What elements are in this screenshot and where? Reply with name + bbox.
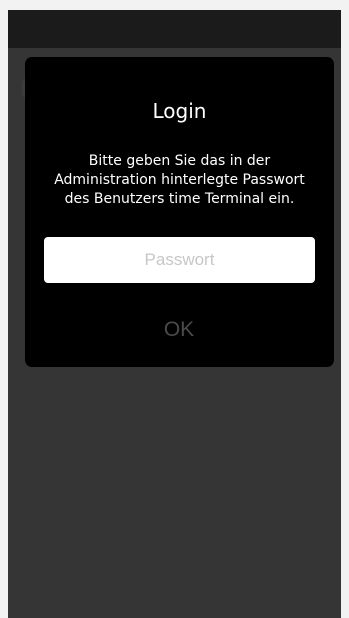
dialog-message: Bitte geben Sie das in der Administratio… bbox=[54, 153, 305, 207]
password-input[interactable] bbox=[44, 237, 315, 283]
app-screen: Login Bitte geben Sie das in der Adminis… bbox=[8, 10, 341, 618]
login-dialog: Login Bitte geben Sie das in der Adminis… bbox=[25, 57, 334, 367]
ok-button[interactable]: OK bbox=[129, 313, 229, 347]
dialog-title: Login bbox=[152, 99, 207, 123]
